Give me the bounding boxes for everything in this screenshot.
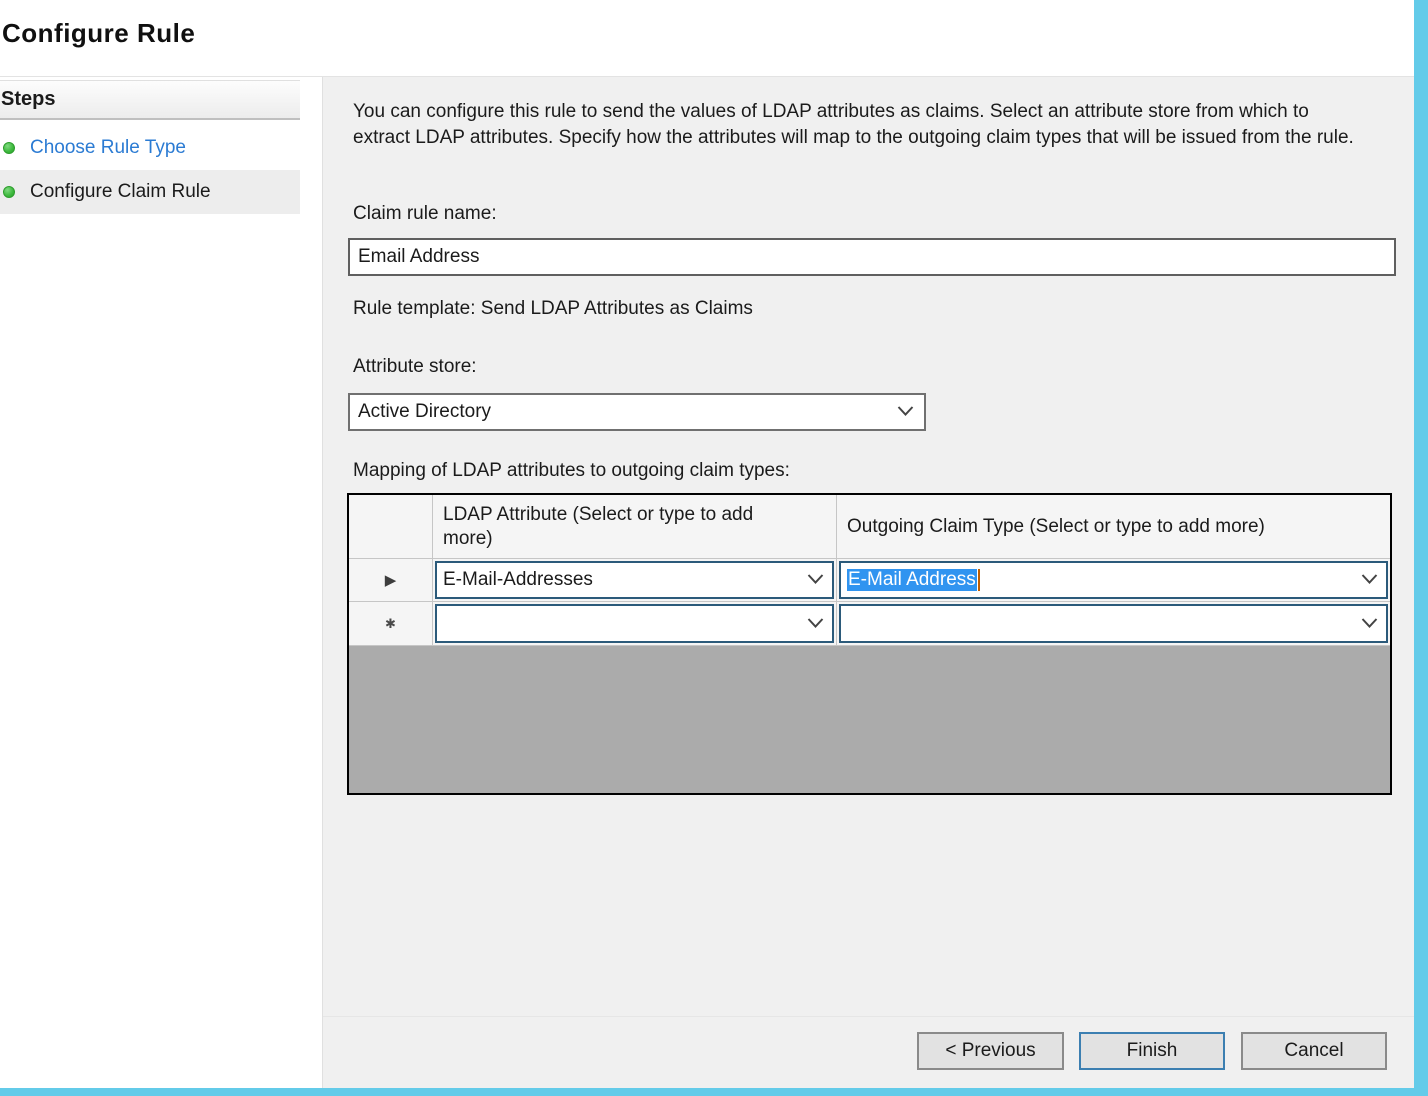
ldap-mapping-table: LDAP Attribute (Select or type to add mo… — [347, 493, 1392, 795]
outgoing-claim-type-cell: E-Mail Address — [837, 559, 1390, 602]
step-complete-icon — [3, 186, 15, 198]
table-row-new: ✱ — [349, 602, 1390, 646]
steps-heading: Steps — [0, 88, 55, 111]
sidebar-item-choose-rule-type[interactable]: Choose Rule Type — [0, 127, 300, 169]
current-row-arrow-icon: ▶ — [385, 571, 397, 589]
chevron-down-icon — [1361, 613, 1378, 635]
cancel-button[interactable]: Cancel — [1241, 1032, 1387, 1070]
attribute-store-value: Active Directory — [358, 401, 491, 423]
page-title: Configure Rule — [2, 18, 195, 49]
outgoing-claim-type-select-row1[interactable]: E-Mail Address — [839, 561, 1388, 599]
finish-button[interactable]: Finish — [1079, 1032, 1225, 1070]
mapping-label: Mapping of LDAP attributes to outgoing c… — [353, 460, 790, 482]
row-selector-new[interactable]: ✱ — [349, 602, 433, 646]
selected-text: E-Mail Address — [847, 569, 977, 591]
content-panel: You can configure this rule to send the … — [322, 77, 1414, 1088]
configure-rule-dialog: Configure Rule Steps Choose Rule Type Co… — [0, 0, 1428, 1096]
chevron-down-icon — [807, 569, 824, 591]
claim-rule-name-label: Claim rule name: — [353, 203, 497, 225]
previous-button[interactable]: < Previous — [917, 1032, 1064, 1070]
table-header-row: LDAP Attribute (Select or type to add mo… — [349, 495, 1390, 559]
ldap-attribute-column-header: LDAP Attribute (Select or type to add mo… — [433, 495, 837, 559]
text-caret — [978, 569, 980, 591]
ldap-attribute-value: E-Mail-Addresses — [443, 569, 593, 591]
sidebar-item-label: Configure Claim Rule — [30, 181, 211, 203]
window-edge-right — [1414, 0, 1428, 1096]
attribute-store-select[interactable]: Active Directory — [348, 393, 926, 431]
rule-description: You can configure this rule to send the … — [353, 99, 1369, 151]
steps-header-panel: Steps — [0, 80, 300, 120]
chevron-down-icon — [807, 613, 824, 635]
ldap-attribute-select-row2[interactable] — [435, 604, 834, 643]
chevron-down-icon — [897, 401, 914, 423]
new-row-asterisk-icon: ✱ — [385, 616, 396, 632]
chevron-down-icon — [1361, 569, 1378, 591]
steps-sidebar: Steps Choose Rule Type Configure Claim R… — [0, 78, 322, 1088]
step-complete-icon — [3, 142, 15, 154]
outgoing-claim-type-cell — [837, 602, 1390, 646]
sidebar-item-configure-claim-rule[interactable]: Configure Claim Rule — [0, 170, 300, 214]
claim-rule-name-input[interactable] — [348, 238, 1396, 276]
attribute-store-label: Attribute store: — [353, 356, 477, 378]
ldap-attribute-cell: E-Mail-Addresses — [433, 559, 837, 602]
ldap-attribute-select-row1[interactable]: E-Mail-Addresses — [435, 561, 834, 599]
table-row: ▶ E-Mail-Addresses E-Mail Address — [349, 559, 1390, 602]
row-selector-header-cell — [349, 495, 433, 559]
ldap-attribute-cell — [433, 602, 837, 646]
row-selector-current[interactable]: ▶ — [349, 559, 433, 602]
outgoing-claim-type-select-row2[interactable] — [839, 604, 1388, 643]
footer-divider — [323, 1016, 1415, 1017]
window-edge-bottom — [0, 1088, 1428, 1096]
outgoing-claim-type-column-header: Outgoing Claim Type (Select or type to a… — [837, 495, 1390, 559]
title-band: Configure Rule — [0, 0, 1414, 77]
rule-template-text: Rule template: Send LDAP Attributes as C… — [353, 298, 753, 320]
sidebar-item-label: Choose Rule Type — [30, 137, 186, 159]
